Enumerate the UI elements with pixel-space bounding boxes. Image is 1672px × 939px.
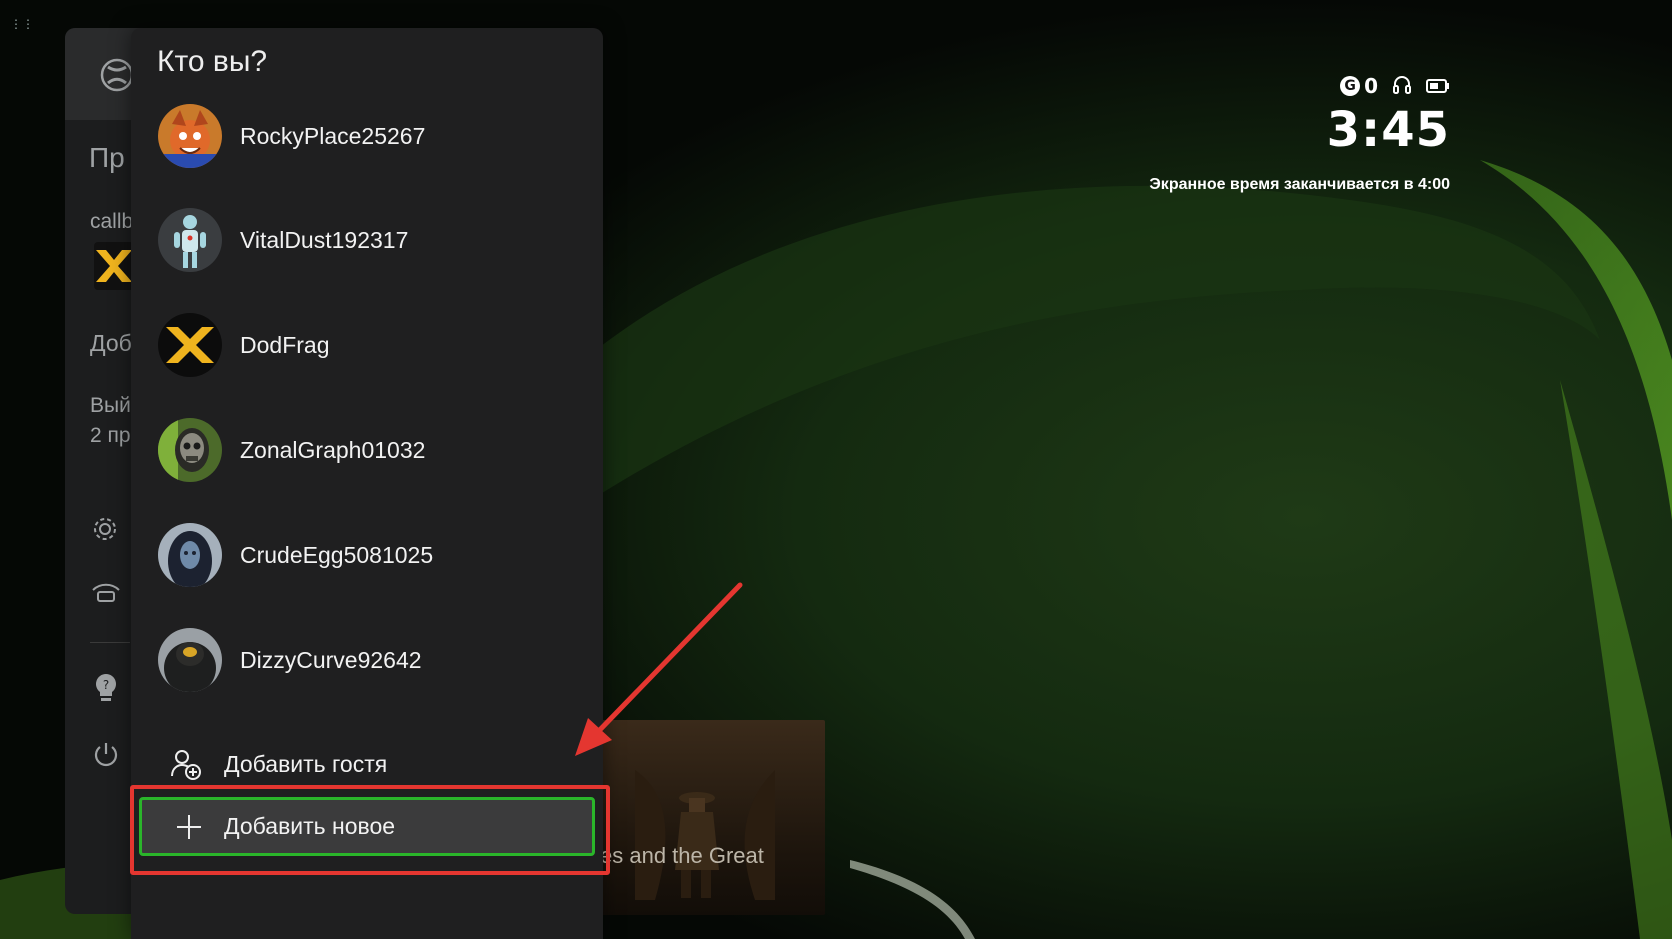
chooser-title: Кто вы? [157, 45, 268, 78]
hooded-figure-avatar-icon [158, 523, 222, 587]
dodfrag-logo-icon [96, 250, 132, 282]
clock: 3:45 [1326, 102, 1450, 158]
account-name: VitalDust192317 [240, 226, 409, 253]
account-name: DizzyCurve92642 [240, 646, 422, 673]
annotation-highlight-box [130, 785, 610, 875]
headset-icon [1393, 76, 1411, 94]
account-name: RockyPlace25267 [240, 122, 426, 149]
game-art-figure [635, 770, 775, 900]
account-item-rockyplace[interactable]: RockyPlace25267 [158, 103, 578, 169]
screen-time-notice: Экранное время заканчивается в 4:00 [1149, 176, 1450, 193]
gamerscore-icon: G [1340, 76, 1361, 96]
battery-icon [1426, 79, 1449, 93]
gamerscore-value: 0 [1364, 74, 1378, 98]
account-item-zonalgraph[interactable]: ZonalGraph01032 [158, 417, 578, 483]
guide-divider [90, 642, 130, 643]
xbox-logo-icon[interactable] [100, 58, 134, 92]
guide-section-title: Пр [89, 142, 125, 173]
avatar [158, 523, 222, 587]
add-guest-label: Добавить гостя [224, 750, 388, 777]
gamerscore: G 0 [1340, 74, 1378, 98]
add-guest-button[interactable]: Добавить гостя [170, 748, 387, 780]
avatar [158, 104, 222, 168]
game-title: es and the Great [600, 843, 764, 868]
account-name: ZonalGraph01032 [240, 436, 426, 463]
corner-handle-icon: ⋮⋮ [10, 17, 34, 31]
svg-text:?: ? [103, 678, 109, 692]
account-item-dodfrag[interactable]: DodFrag [158, 312, 578, 378]
account-name: DodFrag [240, 331, 330, 358]
annotation-arrow-icon [575, 582, 743, 756]
avatar [158, 418, 222, 482]
helmet-avatar-icon [158, 628, 222, 692]
status-bar: G 0 [1340, 74, 1450, 98]
account-item-dizzycurve[interactable]: DizzyCurve92642 [158, 627, 578, 693]
guide-gamertag: callb [90, 210, 134, 233]
avatar [158, 313, 222, 377]
guide-signout-subtext: 2 пр [90, 424, 131, 447]
guide-avatar[interactable] [94, 242, 134, 290]
avatar [158, 628, 222, 692]
account-name: CrudeEgg5081025 [240, 541, 434, 568]
skull-soldier-avatar-icon [158, 418, 222, 482]
guide-add-item[interactable]: Доб [90, 330, 132, 357]
avatar [158, 208, 222, 272]
account-item-vitaldust[interactable]: VitalDust192317 [158, 207, 578, 273]
robot-avatar-icon [158, 208, 222, 272]
dodfrag-logo-icon [158, 313, 222, 377]
add-guest-icon [171, 750, 201, 780]
settings-gear-icon[interactable] [90, 514, 120, 544]
fox-avatar-icon [158, 104, 222, 168]
tips-lightbulb-icon[interactable]: ? [93, 672, 119, 704]
power-icon[interactable] [92, 740, 120, 770]
remote-play-icon[interactable] [90, 580, 122, 604]
guide-signout-item[interactable]: Вый [90, 394, 131, 418]
account-item-crudeegg[interactable]: CrudeEgg5081025 [158, 522, 578, 588]
